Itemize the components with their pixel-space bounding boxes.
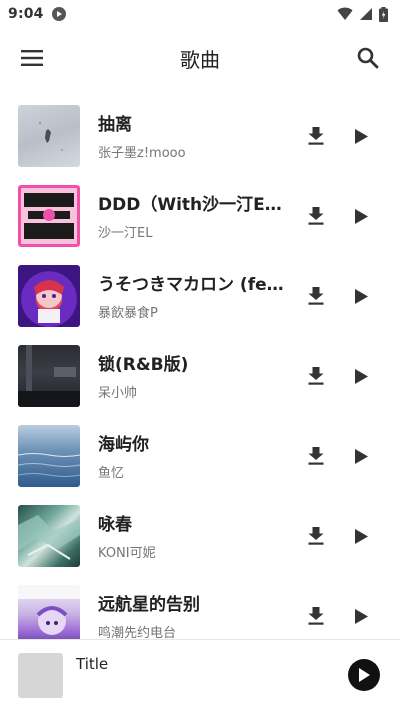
- album-cover: [18, 265, 80, 327]
- status-time: 9:04: [8, 6, 44, 22]
- song-info: 抽离 张子墨z!mooo: [98, 110, 288, 161]
- song-info: 远航星的告别 鸣潮先约电台: [98, 590, 288, 639]
- song-row[interactable]: 海屿你 鱼忆: [0, 416, 400, 496]
- download-button[interactable]: [296, 356, 336, 396]
- app-bar: 歌曲: [0, 28, 400, 88]
- song-artist: 鱼忆: [98, 466, 125, 481]
- song-info: 锁(R&B版) 呆小帅: [98, 350, 288, 401]
- song-info: DDD（With沙一汀EL） 沙一汀EL: [98, 190, 288, 241]
- now-playing-cover: [18, 653, 63, 698]
- menu-icon: [21, 50, 43, 66]
- download-icon: [308, 207, 324, 225]
- wifi-icon: [337, 7, 353, 20]
- download-button[interactable]: [296, 116, 336, 156]
- play-icon: [359, 668, 370, 682]
- play-button[interactable]: [341, 356, 381, 396]
- download-button[interactable]: [296, 196, 336, 236]
- play-button[interactable]: [341, 516, 381, 556]
- download-icon: [308, 367, 324, 385]
- battery-icon: [379, 6, 388, 22]
- album-cover: [18, 105, 80, 167]
- play-button[interactable]: [341, 596, 381, 636]
- play-icon: [354, 368, 368, 384]
- download-button[interactable]: [296, 276, 336, 316]
- song-title: 锁(R&B版): [98, 355, 189, 375]
- play-button[interactable]: [341, 276, 381, 316]
- download-button[interactable]: [296, 516, 336, 556]
- play-button[interactable]: [341, 116, 381, 156]
- status-icons: [337, 6, 388, 22]
- song-row[interactable]: 咏春 KONI可妮: [0, 496, 400, 576]
- now-playing-title: Title: [76, 655, 109, 673]
- status-bar: 9:04: [0, 0, 400, 28]
- album-cover: [18, 505, 80, 567]
- play-icon: [354, 608, 368, 624]
- song-info: うそつきマカロン (feat. ... 暴飲暴食P: [98, 270, 288, 321]
- song-row[interactable]: DDD（With沙一汀EL） 沙一汀EL: [0, 176, 400, 256]
- album-cover: [18, 185, 80, 247]
- song-info: 海屿你 鱼忆: [98, 430, 288, 481]
- page-title: 歌曲: [180, 47, 220, 72]
- play-icon: [354, 448, 368, 464]
- download-icon: [308, 607, 324, 625]
- album-cover: [18, 585, 80, 639]
- song-artist: 暴飲暴食P: [98, 306, 158, 321]
- song-title: 海屿你: [98, 435, 149, 455]
- menu-button[interactable]: [12, 38, 52, 78]
- song-row[interactable]: 远航星的告别 鸣潮先约电台: [0, 576, 400, 639]
- song-row[interactable]: 抽离 张子墨z!mooo: [0, 96, 400, 176]
- song-artist: 沙一汀EL: [98, 226, 153, 241]
- download-button[interactable]: [296, 596, 336, 636]
- song-info: 咏春 KONI可妮: [98, 510, 288, 561]
- album-cover: [18, 345, 80, 407]
- song-row[interactable]: うそつきマカロン (feat. ... 暴飲暴食P: [0, 256, 400, 336]
- search-icon: [357, 47, 379, 69]
- mini-player[interactable]: Title: [0, 640, 400, 711]
- song-artist: 鸣潮先约电台: [98, 626, 177, 639]
- mini-play-button[interactable]: [348, 659, 380, 691]
- song-artist: 呆小帅: [98, 386, 138, 401]
- download-icon: [308, 127, 324, 145]
- play-icon: [354, 208, 368, 224]
- search-button[interactable]: [348, 38, 388, 78]
- album-cover: [18, 425, 80, 487]
- play-icon: [354, 128, 368, 144]
- download-icon: [308, 527, 324, 545]
- download-icon: [308, 287, 324, 305]
- play-button[interactable]: [341, 196, 381, 236]
- media-playing-icon: [51, 7, 66, 21]
- download-button[interactable]: [296, 436, 336, 476]
- play-icon: [354, 288, 368, 304]
- song-artist: 张子墨z!mooo: [98, 146, 186, 161]
- song-title: 抽离: [98, 115, 132, 135]
- song-title: 远航星的告别: [98, 595, 200, 615]
- song-title: DDD（With沙一汀EL）: [98, 195, 288, 215]
- song-list[interactable]: 抽离 张子墨z!mooo DDD（With沙一汀EL） 沙一汀EL うそつきマカ…: [0, 96, 400, 639]
- download-icon: [308, 447, 324, 465]
- song-title: 咏春: [98, 515, 132, 535]
- song-title: うそつきマカロン (feat. ...: [98, 275, 288, 295]
- song-artist: KONI可妮: [98, 546, 156, 561]
- play-button[interactable]: [341, 436, 381, 476]
- song-row[interactable]: 锁(R&B版) 呆小帅: [0, 336, 400, 416]
- signal-icon: [360, 8, 372, 20]
- play-icon: [354, 528, 368, 544]
